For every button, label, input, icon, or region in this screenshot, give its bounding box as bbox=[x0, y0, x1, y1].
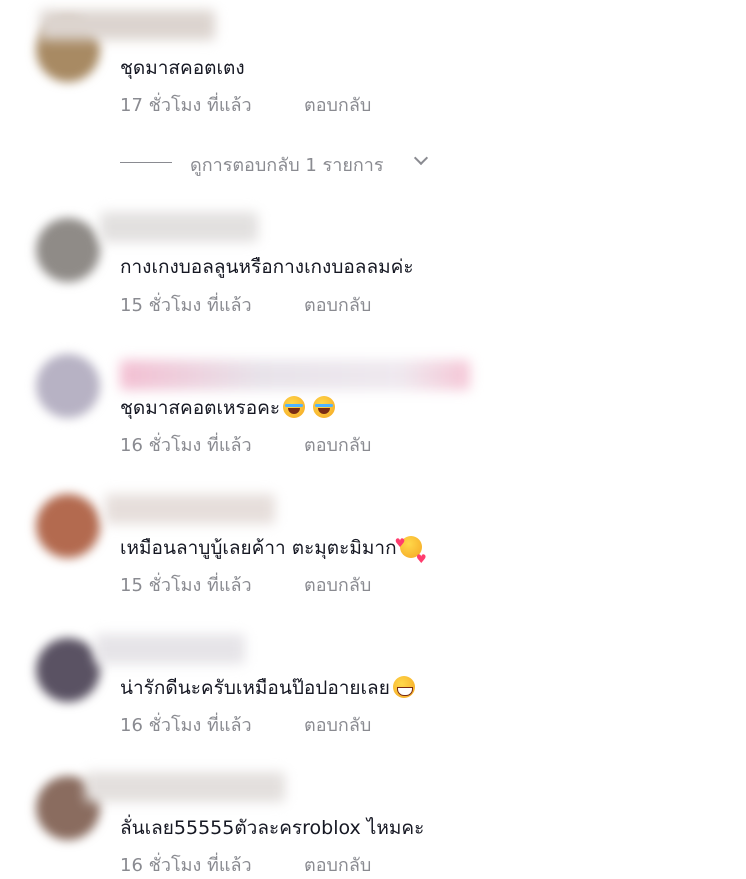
username-blurred[interactable] bbox=[100, 212, 258, 242]
comment-text: ชุดมาสคอตเหรอคะ bbox=[120, 395, 336, 421]
comment-item: ชุดมาสคอตเตง 17 ชั่วโมง ที่แล้ว ตอบกลับ … bbox=[0, 0, 746, 200]
comment-time: 17 ชั่วโมง ที่แล้ว bbox=[120, 95, 252, 116]
reply-button[interactable]: ตอบกลับ bbox=[304, 290, 371, 319]
comment-time: 16 ชั่วโมง ที่แล้ว bbox=[120, 715, 252, 736]
chevron-down-icon bbox=[413, 150, 429, 166]
reply-button[interactable]: ตอบกลับ bbox=[304, 710, 371, 739]
comment-meta: 15 ชั่วโมง ที่แล้ว ตอบกลับ bbox=[120, 290, 371, 319]
avatar[interactable] bbox=[36, 218, 100, 282]
avatar[interactable] bbox=[36, 494, 100, 558]
reply-button[interactable]: ตอบกลับ bbox=[304, 570, 371, 599]
comment-text: ชุดมาสคอตเตง bbox=[120, 57, 245, 79]
view-replies-label: ดูการตอบกลับ 1 รายการ bbox=[190, 155, 384, 176]
comment-time: 16 ชั่วโมง ที่แล้ว bbox=[120, 435, 252, 456]
smiling-face-with-hearts-emoji bbox=[395, 530, 427, 572]
comment-item: น่ารักดีนะครับเหมือนป๊อปอายเลย 16 ชั่วโม… bbox=[0, 620, 746, 760]
face-tears-of-joy-emoji bbox=[283, 396, 306, 418]
comment-meta: 16 ชั่วโมง ที่แล้ว ตอบกลับ bbox=[120, 430, 371, 459]
comment-meta: 16 ชั่วโมง ที่แล้ว ตอบกลับ bbox=[120, 710, 371, 739]
comment-text: กางเกงบอลลูนหรือกางเกงบอลลมค่ะ bbox=[120, 256, 414, 278]
comment-item: เหมือนลาบูบู้เลยค้าา ตะมุตะมิมาก 15 ชั่ว… bbox=[0, 480, 746, 620]
comment-meta: 17 ชั่วโมง ที่แล้ว ตอบกลับ bbox=[120, 90, 371, 119]
username-blurred[interactable] bbox=[95, 634, 245, 664]
avatar[interactable] bbox=[36, 354, 100, 418]
reply-button[interactable]: ตอบกลับ bbox=[304, 90, 371, 119]
comment-item: กางเกงบอลลูนหรือกางเกงบอลลมค่ะ 15 ชั่วโม… bbox=[0, 200, 746, 340]
comment-time: 15 ชั่วโมง ที่แล้ว bbox=[120, 295, 252, 316]
face-tears-of-joy-emoji bbox=[313, 396, 336, 418]
comment-meta: 16 ชั่วโมง ที่แล้ว ตอบกลับ bbox=[120, 850, 371, 879]
comment-text: น่ารักดีนะครับเหมือนป๊อปอายเลย bbox=[120, 675, 415, 701]
comment-item: ลั่นเลย55555ตัวละครroblox ไหมคะ 16 ชั่วโ… bbox=[0, 760, 746, 876]
comment-text-content: เหมือนลาบูบู้เลยค้าา ตะมุตะมิมาก bbox=[120, 537, 397, 559]
username-blurred[interactable] bbox=[105, 494, 275, 524]
avatar[interactable] bbox=[36, 638, 100, 702]
reply-button[interactable]: ตอบกลับ bbox=[304, 850, 371, 879]
grinning-face-emoji bbox=[392, 676, 415, 698]
comment-text: เหมือนลาบูบู้เลยค้าา ตะมุตะมิมาก bbox=[120, 530, 427, 572]
comment-text-content: น่ารักดีนะครับเหมือนป๊อปอายเลย bbox=[120, 677, 390, 699]
comment-text: ลั่นเลย55555ตัวละครroblox ไหมคะ bbox=[120, 817, 425, 839]
comment-text-content: ชุดมาสคอตเหรอคะ bbox=[120, 397, 281, 419]
username-blurred[interactable] bbox=[40, 10, 215, 40]
reply-button[interactable]: ตอบกลับ bbox=[304, 430, 371, 459]
username-blurred[interactable] bbox=[85, 772, 285, 802]
comment-time: 15 ชั่วโมง ที่แล้ว bbox=[120, 575, 252, 596]
divider-line bbox=[120, 162, 172, 163]
comment-time: 16 ชั่วโมง ที่แล้ว bbox=[120, 855, 252, 876]
username-blurred[interactable] bbox=[120, 360, 470, 390]
comment-meta: 15 ชั่วโมง ที่แล้ว ตอบกลับ bbox=[120, 570, 371, 599]
comment-item: ชุดมาสคอตเหรอคะ 16 ชั่วโมง ที่แล้ว ตอบกล… bbox=[0, 340, 746, 480]
